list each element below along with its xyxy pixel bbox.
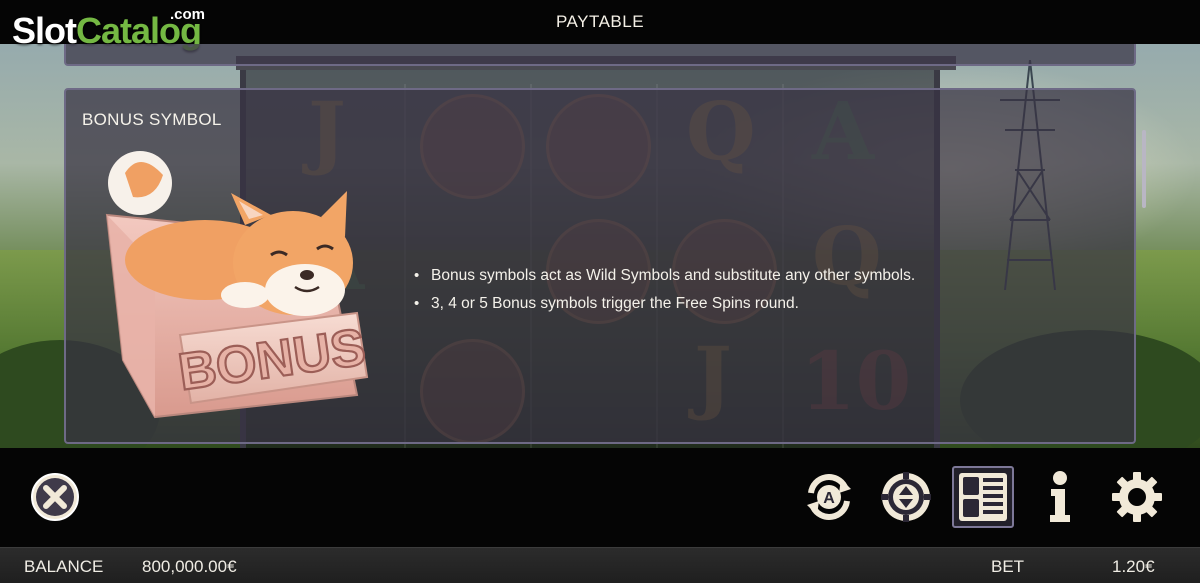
bottom-toolbar: A xyxy=(0,448,1200,547)
status-bar: BALANCE 800,000.00€ BET 1.20€ xyxy=(0,547,1200,583)
rule-item: Bonus symbols act as Wild Symbols and su… xyxy=(414,262,915,290)
info-icon xyxy=(1050,471,1070,522)
svg-text:A: A xyxy=(823,490,835,507)
paytable-icon xyxy=(959,473,1007,521)
settings-icon xyxy=(1112,472,1162,522)
autoplay-icon: A xyxy=(807,474,851,520)
balance-label: BALANCE xyxy=(24,557,104,576)
bet-button[interactable] xyxy=(877,468,935,526)
section-heading: BONUS SYMBOL xyxy=(82,110,222,129)
bet-label: BET xyxy=(991,557,1025,576)
close-icon xyxy=(31,473,79,521)
rule-item: 3, 4 or 5 Bonus symbols trigger the Free… xyxy=(414,290,915,318)
settings-button[interactable] xyxy=(1108,468,1166,526)
close-button[interactable] xyxy=(26,468,84,526)
rules-list: Bonus symbols act as Wild Symbols and su… xyxy=(414,262,915,318)
scrollbar-thumb[interactable] xyxy=(1142,130,1146,208)
logo-dotcom-text: .com xyxy=(170,6,206,23)
previous-section-panel xyxy=(64,44,1136,66)
paytable-button[interactable] xyxy=(952,466,1014,528)
info-button[interactable] xyxy=(1031,468,1089,526)
bet-chip-icon xyxy=(881,472,931,522)
balance-value: 800,000.00€ xyxy=(142,557,237,576)
autoplay-button[interactable]: A xyxy=(800,468,858,526)
bonus-symbol-image: BONUS xyxy=(105,151,370,419)
bet-value: 1.20€ xyxy=(1112,557,1155,576)
